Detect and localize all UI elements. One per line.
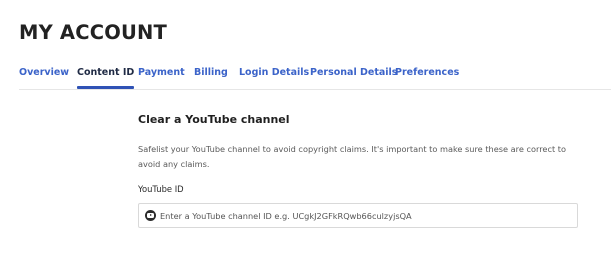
tabs-divider	[19, 89, 611, 90]
tab-preferences[interactable]: Preferences	[395, 62, 459, 88]
youtube-id-input[interactable]	[160, 207, 570, 224]
page-title: MY ACCOUNT	[19, 21, 168, 44]
tab-login-details[interactable]: Login Details	[239, 62, 309, 88]
tab-billing[interactable]: Billing	[194, 62, 228, 88]
youtube-id-label: YouTube ID	[138, 184, 184, 194]
tab-content-id[interactable]: Content ID	[77, 62, 135, 89]
tab-payment[interactable]: Payment	[138, 62, 185, 88]
tab-personal-details[interactable]: Personal Details	[310, 62, 397, 88]
section-title: Clear a YouTube channel	[138, 113, 290, 126]
account-tabs: Overview Content ID Payment Billing Logi…	[0, 62, 611, 90]
tab-overview[interactable]: Overview	[19, 62, 69, 88]
section-description: Safelist your YouTube channel to avoid c…	[138, 144, 566, 169]
youtube-icon	[145, 210, 156, 221]
youtube-id-field	[138, 203, 578, 228]
